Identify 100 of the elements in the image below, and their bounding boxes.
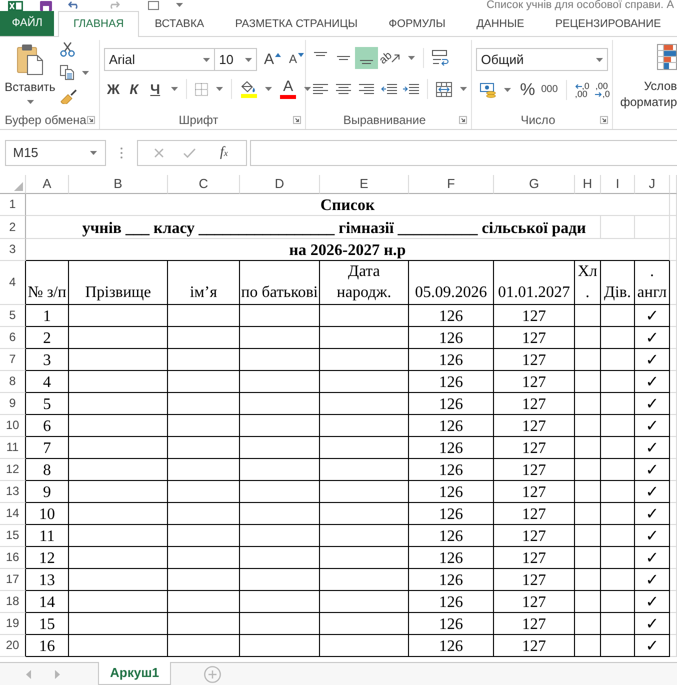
row-header[interactable]: 8 (0, 371, 26, 393)
caret-icon[interactable] (596, 58, 603, 62)
title-cell[interactable]: на 2026-2027 н.р (26, 239, 670, 261)
table-cell[interactable]: 126 (409, 481, 494, 503)
ribbon-tab[interactable]: РЕЦЕНЗИРОВАНИЕ (540, 11, 676, 37)
column-header[interactable]: G (494, 175, 575, 194)
table-cell[interactable]: 126 (409, 569, 494, 591)
caret-icon[interactable] (265, 87, 272, 91)
table-cell[interactable]: ✓ (635, 327, 670, 349)
ribbon-tab[interactable]: ГЛАВНАЯ (58, 11, 139, 37)
shrink-font-button[interactable]: A (289, 51, 304, 68)
ribbon-tab[interactable]: РАЗМЕТКА СТРАНИЦЫ (220, 11, 373, 37)
table-cell[interactable]: 126 (409, 393, 494, 415)
column-header[interactable]: B (69, 175, 168, 194)
column-header[interactable]: H (575, 175, 601, 194)
header-cell[interactable]: . англ (635, 261, 670, 305)
header-cell[interactable]: по батькові (240, 261, 320, 305)
caret-icon[interactable] (176, 3, 183, 7)
borders-icon[interactable] (195, 82, 208, 96)
row-header[interactable]: 19 (0, 613, 26, 635)
table-cell[interactable]: 14 (26, 591, 69, 613)
table-cell[interactable]: 4 (26, 371, 69, 393)
copy-icon[interactable] (60, 65, 74, 80)
percent-button[interactable]: % (520, 81, 536, 99)
column-header[interactable]: F (409, 175, 494, 194)
table-cell[interactable]: 126 (409, 525, 494, 547)
row-header[interactable]: 16 (0, 547, 26, 569)
table-cell[interactable]: 2 (26, 327, 69, 349)
table-cell[interactable]: 127 (494, 525, 575, 547)
table-cell[interactable]: ✓ (635, 525, 670, 547)
font-size-field[interactable]: 10 (214, 48, 257, 71)
row-header[interactable]: 20 (0, 635, 26, 657)
table-cell[interactable]: 126 (409, 349, 494, 371)
table-cell[interactable]: 126 (409, 305, 494, 327)
table-cell[interactable]: 9 (26, 481, 69, 503)
table-cell[interactable]: ✓ (635, 371, 670, 393)
subtitle-cell[interactable]: учнів ___ класу _________________ гімназії __________ сільської ради (26, 216, 601, 239)
merge-icon[interactable] (436, 82, 452, 96)
header-cell[interactable]: Дата народж. (320, 261, 409, 305)
table-cell[interactable]: 127 (494, 569, 575, 591)
wrap-text-icon[interactable] (432, 50, 450, 66)
italic-button[interactable]: К (126, 79, 142, 99)
caret-icon[interactable] (408, 56, 416, 60)
table-cell[interactable]: 126 (409, 415, 494, 437)
caret-icon[interactable] (504, 88, 511, 92)
table-cell[interactable]: 126 (409, 503, 494, 525)
column-header[interactable]: E (320, 175, 409, 194)
table-cell[interactable]: 126 (409, 635, 494, 657)
table-cell[interactable]: 7 (26, 437, 69, 459)
row-header[interactable]: 13 (0, 481, 26, 503)
column-header[interactable]: A (26, 175, 69, 194)
table-cell[interactable]: 127 (494, 481, 575, 503)
paint-bucket-icon[interactable] (240, 80, 258, 92)
ribbon-tab[interactable]: ФОРМУЛЫ (374, 11, 460, 37)
scissors-icon[interactable] (60, 42, 75, 57)
table-cell[interactable]: 127 (494, 547, 575, 569)
table-cell[interactable]: ✓ (635, 613, 670, 635)
square-icon[interactable] (148, 1, 159, 10)
table-cell[interactable]: ✓ (635, 635, 670, 657)
table-cell[interactable]: 126 (409, 371, 494, 393)
table-cell[interactable]: 126 (409, 437, 494, 459)
header-cell[interactable]: Прізвище (69, 261, 168, 305)
column-header[interactable]: C (168, 175, 240, 194)
row-header[interactable]: 7 (0, 349, 26, 371)
table-cell[interactable]: 127 (494, 635, 575, 657)
ribbon-tab[interactable]: ВСТАВКА (140, 11, 220, 37)
align-bottom-icon[interactable] (355, 47, 378, 69)
dialog-launcher-icon[interactable] (293, 116, 301, 124)
table-cell[interactable]: ✓ (635, 547, 670, 569)
title-cell[interactable]: Список (26, 194, 670, 216)
font-name-field[interactable]: Arial (104, 48, 215, 71)
table-cell[interactable]: 8 (26, 459, 69, 481)
table-cell[interactable]: 127 (494, 371, 575, 393)
caret-icon[interactable] (460, 87, 467, 91)
header-cell[interactable]: 01.01.2027 (494, 261, 575, 305)
underline-button[interactable]: Ч (147, 79, 164, 99)
table-cell[interactable]: ✓ (635, 437, 670, 459)
table-cell[interactable]: 126 (409, 613, 494, 635)
header-cell[interactable]: ім’я (168, 261, 240, 305)
table-cell[interactable]: 127 (494, 349, 575, 371)
table-cell[interactable]: ✓ (635, 591, 670, 613)
table-cell[interactable]: ✓ (635, 459, 670, 481)
caret-icon[interactable] (216, 87, 224, 91)
caret-icon[interactable] (171, 87, 178, 91)
table-cell[interactable]: 3 (26, 349, 69, 371)
table-cell[interactable]: ✓ (635, 415, 670, 437)
name-box[interactable]: M15 (5, 140, 106, 166)
table-cell[interactable]: ✓ (635, 503, 670, 525)
file-tab[interactable]: ФАЙЛ (0, 11, 54, 36)
table-cell[interactable]: 127 (494, 305, 575, 327)
ribbon-tab[interactable]: ДАННЫЕ (461, 11, 540, 37)
row-header[interactable]: 4 (0, 261, 26, 305)
row-header[interactable]: 10 (0, 415, 26, 437)
row-header[interactable]: 14 (0, 503, 26, 525)
save-icon[interactable] (40, 1, 52, 11)
table-cell[interactable]: 12 (26, 547, 69, 569)
table-cell[interactable]: 5 (26, 393, 69, 415)
font-color-button[interactable]: A (280, 80, 296, 98)
table-cell[interactable]: 127 (494, 613, 575, 635)
row-header[interactable]: 9 (0, 393, 26, 415)
